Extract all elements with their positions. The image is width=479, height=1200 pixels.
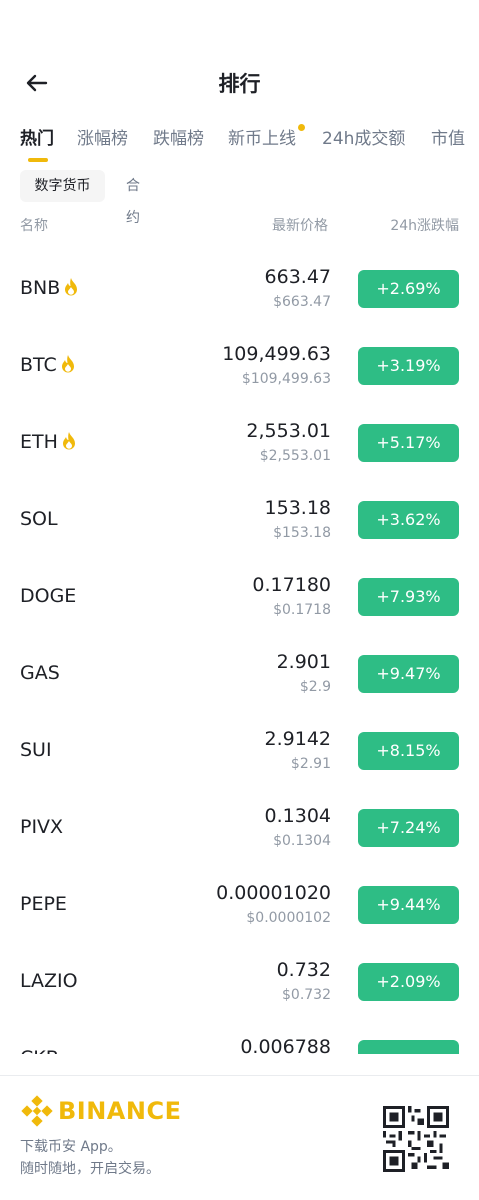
fiat-price: $2.9: [299, 679, 331, 695]
coin-symbol: SOL: [20, 508, 58, 530]
app-header: 排行: [0, 62, 479, 102]
list-item[interactable]: SUI 2.9142 $2.91 +8.15%: [0, 712, 479, 789]
change-badge[interactable]: +8.15%: [358, 732, 459, 770]
last-price: 0.17180: [252, 574, 331, 596]
list-item[interactable]: LAZIO 0.732 $0.732 +2.09%: [0, 943, 479, 1020]
fire-icon: [61, 355, 74, 373]
coin-symbol: PIVX: [20, 816, 64, 838]
change-badge[interactable]: [358, 1040, 459, 1054]
change-badge[interactable]: +2.09%: [358, 963, 459, 1001]
list-item[interactable]: ETH 2,553.01 $2,553.01 +5.17%: [0, 404, 479, 481]
tab-contracts[interactable]: 合约: [126, 170, 140, 226]
column-header: 名称 最新价格 24h涨跌幅: [20, 215, 459, 235]
column-name[interactable]: 名称: [20, 215, 48, 235]
fiat-price: $109,499.63: [241, 371, 331, 387]
last-price: 0.1304: [264, 805, 331, 827]
change-badge[interactable]: +3.62%: [358, 501, 459, 539]
list-item[interactable]: PEPE 0.00001020 $0.0000102 +9.44%: [0, 866, 479, 943]
coin-symbol: GAS: [20, 662, 60, 684]
tab-5[interactable]: 市值: [431, 124, 465, 149]
last-price: 2.9142: [264, 728, 331, 750]
fiat-price: $153.18: [273, 525, 331, 541]
fiat-price: $0.1718: [273, 602, 331, 618]
ranking-tabs: 热门 涨幅榜 跌幅榜 新币上线 24h成交额 市值: [20, 124, 479, 164]
fiat-price: $2,553.01: [259, 448, 331, 464]
binance-logo-icon: [21, 1095, 53, 1127]
tab-4[interactable]: 24h成交额: [322, 124, 405, 149]
ranking-list[interactable]: BNB 663.47 $663.47 +2.69% BTC 109,499.63 $109,…: [0, 250, 479, 1054]
fire-icon: [62, 432, 75, 450]
app-download-banner[interactable]: BINANCE 下载币安 App。 随时随地，开启交易。: [0, 1075, 479, 1200]
list-item[interactable]: GAS 2.901 $2.9 +9.47%: [0, 635, 479, 712]
list-item[interactable]: PIVX 0.1304 $0.1304 +7.24%: [0, 789, 479, 866]
last-price: 0.006788: [240, 1036, 331, 1054]
download-subtagline: 随时随地，开启交易。: [20, 1161, 160, 1177]
coin-symbol: BTC: [20, 354, 77, 376]
coin-symbol: LAZIO: [20, 970, 78, 992]
last-price: 663.47: [264, 266, 331, 288]
last-price: 0.00001020: [216, 882, 331, 904]
tab-0[interactable]: 热门: [20, 124, 54, 149]
change-badge[interactable]: +7.93%: [358, 578, 459, 616]
change-badge[interactable]: +9.44%: [358, 886, 459, 924]
last-price: 109,499.63: [222, 343, 331, 365]
fiat-price: $0.0000102: [246, 910, 331, 926]
tab-2[interactable]: 跌幅榜: [153, 124, 204, 149]
brand-name: BINANCE: [58, 1097, 182, 1125]
page-title: 排行: [218, 72, 261, 96]
list-item[interactable]: CKB 0.006788: [0, 1020, 479, 1054]
fire-icon: [65, 278, 78, 296]
list-item[interactable]: DOGE 0.17180 $0.1718 +7.93%: [0, 558, 479, 635]
tab-3[interactable]: 新币上线: [228, 124, 296, 149]
coin-symbol: CKB: [20, 1047, 59, 1054]
new-badge-dot: [298, 124, 305, 131]
tab-1[interactable]: 涨幅榜: [77, 124, 128, 149]
coin-symbol: SUI: [20, 739, 52, 761]
list-item[interactable]: BTC 109,499.63 $109,499.63 +3.19%: [0, 327, 479, 404]
list-item[interactable]: BNB 663.47 $663.47 +2.69%: [0, 250, 479, 327]
last-price: 153.18: [264, 497, 331, 519]
download-tagline: 下载币安 App。: [20, 1139, 122, 1155]
qr-code-icon[interactable]: [383, 1106, 449, 1172]
last-price: 2.901: [276, 651, 331, 673]
coin-symbol: ETH: [20, 431, 78, 453]
change-badge[interactable]: +3.19%: [358, 347, 459, 385]
fiat-price: $0.732: [282, 987, 331, 1003]
last-price: 0.732: [276, 959, 331, 981]
change-badge[interactable]: +2.69%: [358, 270, 459, 308]
coin-symbol: BNB: [20, 277, 80, 299]
active-tab-indicator: [28, 158, 48, 162]
column-price[interactable]: 最新价格: [272, 215, 328, 235]
change-badge[interactable]: +7.24%: [358, 809, 459, 847]
column-change[interactable]: 24h涨跌幅: [390, 215, 459, 235]
change-badge[interactable]: +5.17%: [358, 424, 459, 462]
fiat-price: $2.91: [290, 756, 331, 772]
coin-symbol: DOGE: [20, 585, 77, 607]
coin-symbol: PEPE: [20, 893, 67, 915]
last-price: 2,553.01: [246, 420, 331, 442]
tab-digital-currency[interactable]: 数字货币: [20, 170, 105, 202]
fiat-price: $663.47: [273, 294, 331, 310]
list-item[interactable]: SOL 153.18 $153.18 +3.62%: [0, 481, 479, 558]
fiat-price: $0.1304: [273, 833, 331, 849]
change-badge[interactable]: +9.47%: [358, 655, 459, 693]
